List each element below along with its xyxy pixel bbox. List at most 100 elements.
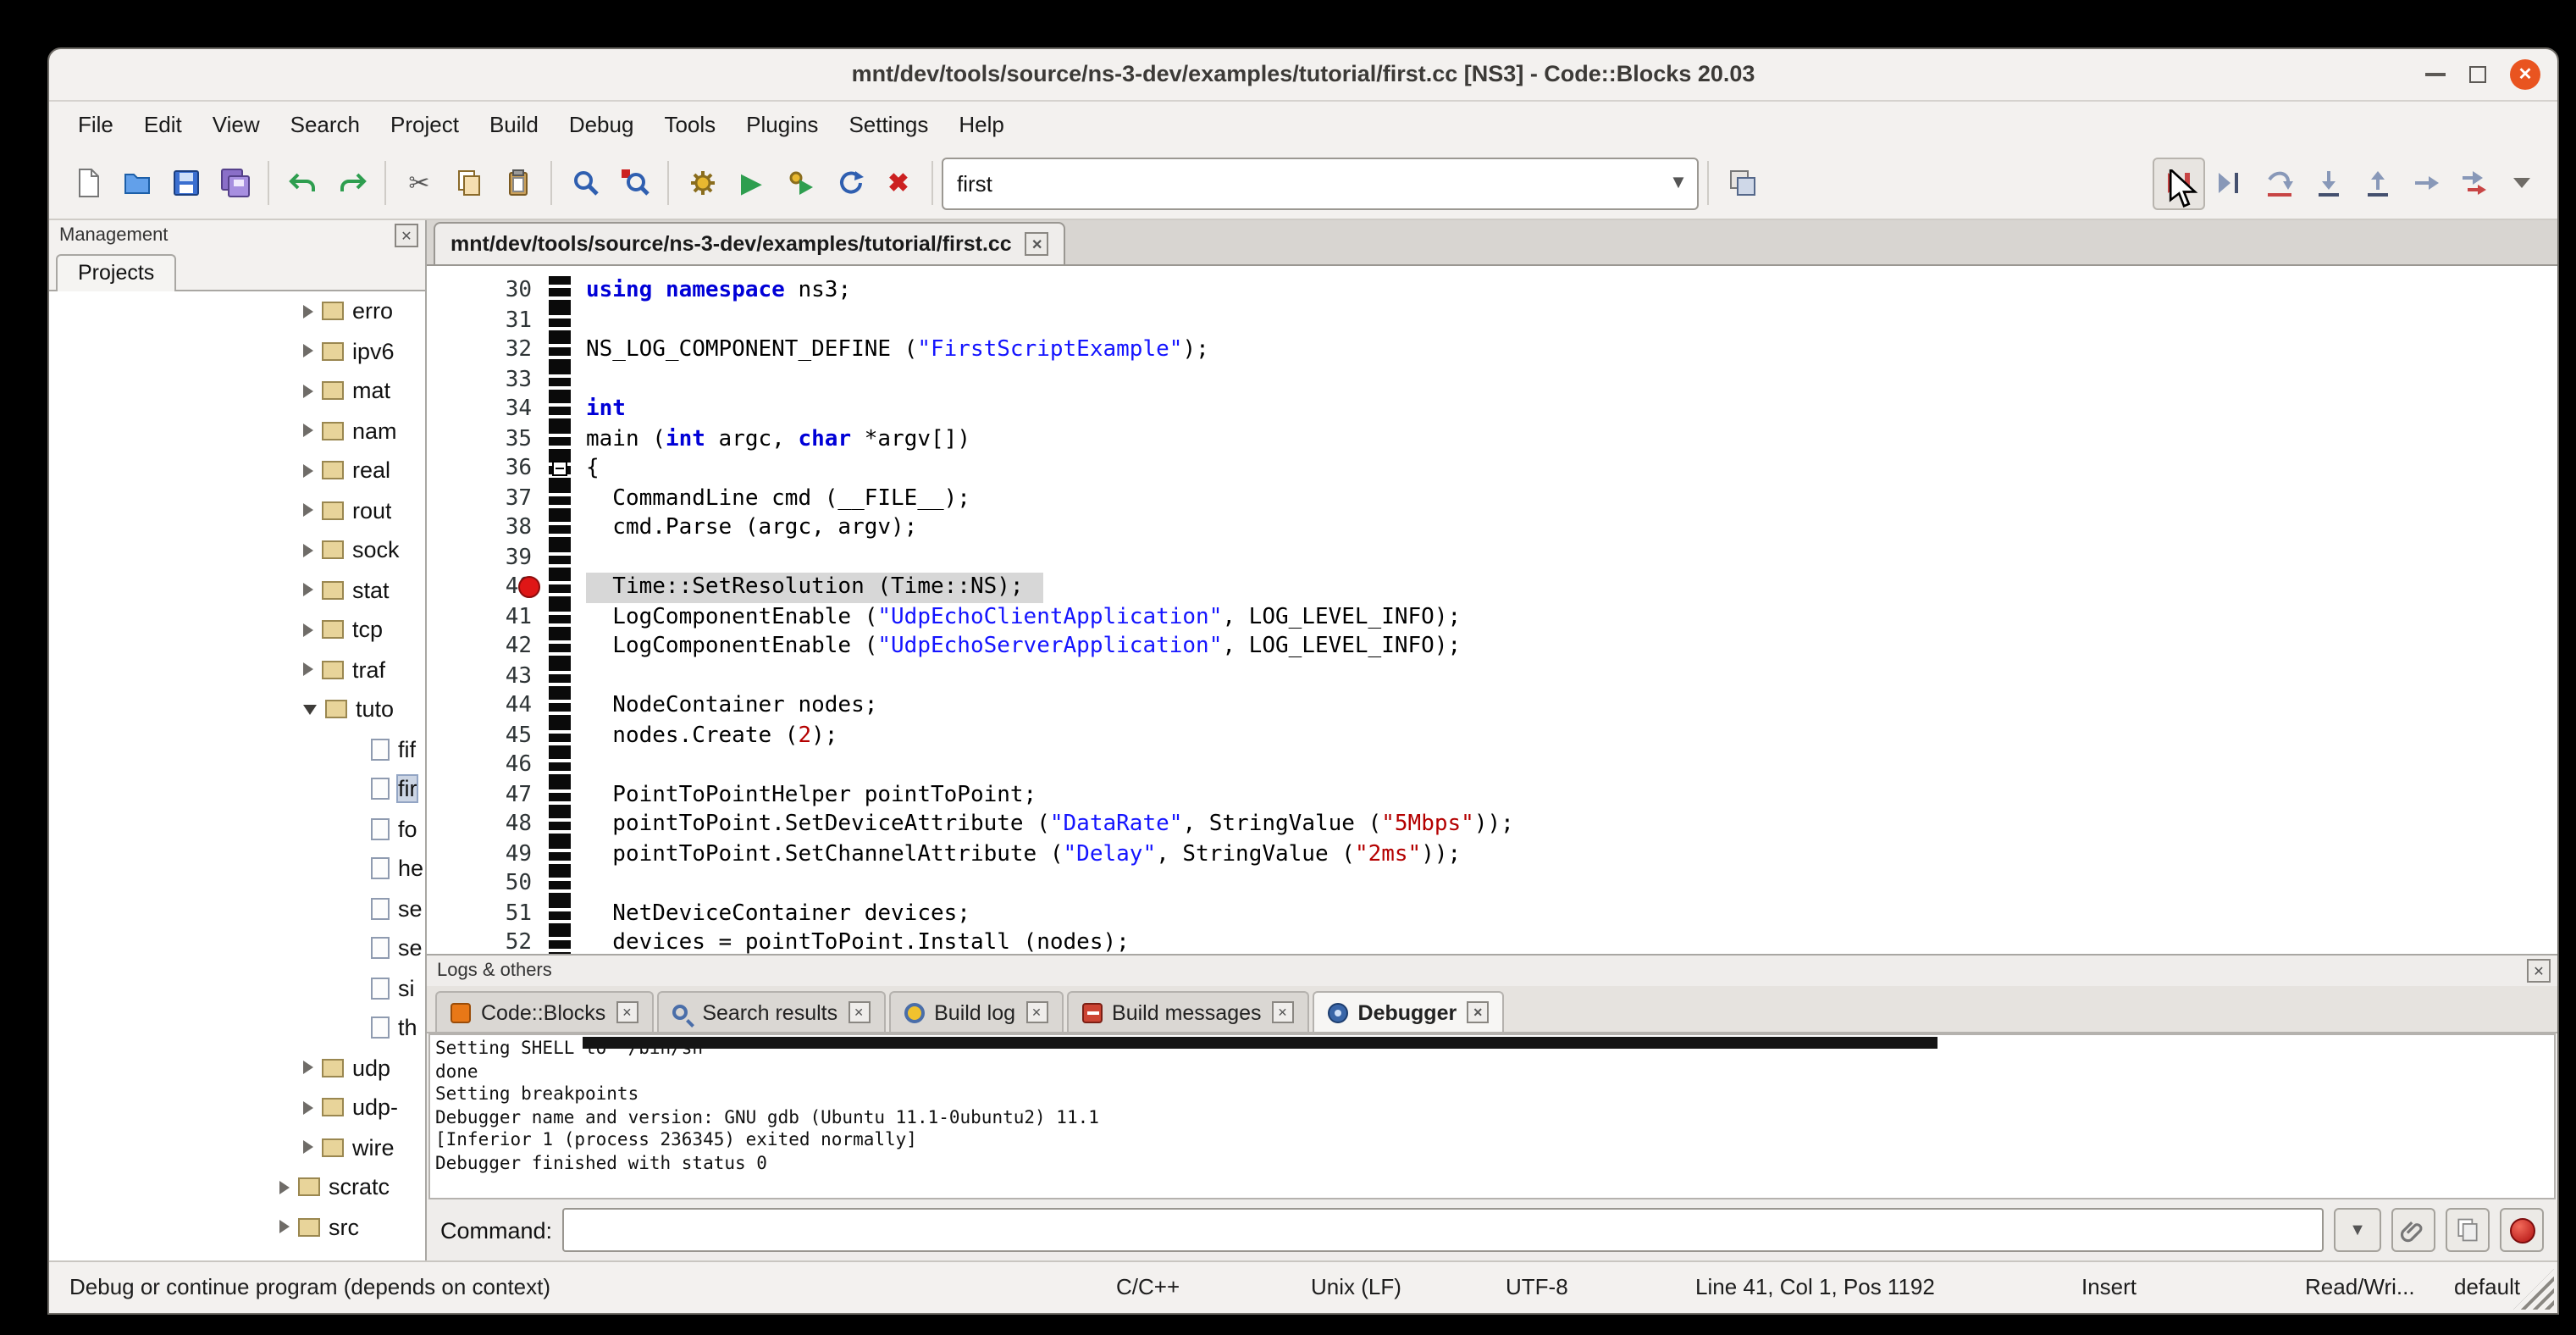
fold-margin[interactable] [549,602,571,632]
find-button[interactable] [561,158,610,208]
close-icon[interactable]: ✕ [2510,59,2540,90]
fold-margin[interactable] [549,573,571,602]
fold-margin[interactable] [549,276,571,306]
chevron-down-icon[interactable]: ▼ [1660,173,1697,193]
close-icon[interactable]: ✕ [395,224,418,247]
chevron-right-icon[interactable] [303,544,313,557]
build-target-combobox[interactable]: ▼ [942,157,1699,209]
close-icon[interactable]: ✕ [2527,959,2551,983]
fold-margin[interactable] [549,691,571,721]
tree-item-ipv6[interactable]: ipv6 [49,331,425,371]
tree-item-tuto[interactable]: tuto [49,690,425,729]
code-line[interactable]: 32NS_LOG_COMPONENT_DEFINE ("FirstScriptE… [427,335,2557,365]
step-into-instruction-button[interactable] [2451,158,2500,208]
menu-item-tools[interactable]: Tools [649,102,731,147]
chevron-right-icon[interactable] [303,424,313,438]
chevron-right-icon[interactable] [303,305,313,319]
save-button[interactable] [161,158,210,208]
tree-item-th[interactable]: th [49,1008,425,1048]
logs-tab-build-messages[interactable]: Build messages✕ [1066,991,1309,1032]
open-file-button[interactable] [112,158,161,208]
close-icon[interactable]: ✕ [616,1001,638,1023]
code-editor[interactable]: 30using namespace ns3;3132NS_LOG_COMPONE… [427,266,2557,954]
tree-item-sock[interactable]: sock [49,530,425,570]
fold-margin[interactable] [549,869,571,899]
step-out-button[interactable] [2352,158,2402,208]
chevron-right-icon[interactable] [279,1181,290,1194]
debugger-log[interactable]: Setting SHELL to '/bin/sh'doneSetting br… [428,1033,2556,1199]
code-line[interactable]: 36{ [427,454,2557,484]
attach-button[interactable] [2391,1208,2435,1252]
fold-margin[interactable] [549,543,571,573]
fold-margin[interactable] [549,335,571,365]
logs-tab-code-blocks[interactable]: Code::Blocks✕ [435,991,653,1032]
menu-item-edit[interactable]: Edit [129,102,197,147]
tree-item-nam[interactable]: nam [49,411,425,451]
code-line[interactable]: 35main (int argc, char *argv[]) [427,424,2557,454]
menu-item-settings[interactable]: Settings [833,102,943,147]
build-target-input[interactable] [943,170,1660,196]
tree-item-tcp[interactable]: tcp [49,610,425,650]
rebuild-button[interactable] [825,158,874,208]
logs-tab-debugger[interactable]: Debugger✕ [1313,991,1505,1032]
chevron-right-icon[interactable] [279,1221,290,1234]
debug-continue-button[interactable] [2153,157,2205,209]
menu-item-debug[interactable]: Debug [554,102,650,147]
abort-build-button[interactable]: ✖ [874,158,923,208]
logs-tab-build-log[interactable]: Build log✕ [888,991,1063,1032]
chevron-right-icon[interactable] [303,663,313,677]
command-history-dropdown[interactable]: ▼ [2334,1208,2381,1252]
step-into-button[interactable] [2303,158,2352,208]
code-line[interactable]: 49 pointToPoint.SetChannelAttribute ("De… [427,839,2557,869]
fold-margin[interactable] [549,424,571,454]
fold-margin[interactable] [549,306,571,335]
menu-item-search[interactable]: Search [275,102,375,147]
chevron-right-icon[interactable] [303,1141,313,1155]
run-button[interactable]: ▶ [727,158,776,208]
tree-item-traf[interactable]: traf [49,650,425,690]
title-bar[interactable]: mnt/dev/tools/source/ns-3-dev/examples/t… [49,49,2557,102]
code-line[interactable]: 39 [427,543,2557,573]
paste-button[interactable] [493,158,542,208]
copy-button[interactable] [444,158,493,208]
build-button[interactable] [677,158,727,208]
code-line[interactable]: 44 NodeContainer nodes; [427,691,2557,721]
tree-item-real[interactable]: real [49,451,425,490]
close-icon[interactable]: ✕ [1467,1001,1489,1023]
code-line[interactable]: 38 cmd.Parse (argc, argv); [427,513,2557,543]
breakpoint-marker[interactable] [518,576,540,598]
fold-margin[interactable] [549,751,571,780]
menu-item-help[interactable]: Help [943,102,1020,147]
fold-margin[interactable] [549,928,571,954]
chevron-right-icon[interactable] [303,504,313,518]
code-line[interactable]: 33 [427,365,2557,395]
new-file-button[interactable] [63,158,112,208]
code-line[interactable]: 52 devices = pointToPoint.Install (nodes… [427,928,2557,954]
stop-debugger-button[interactable] [2500,1208,2544,1252]
tree-item-src[interactable]: src [49,1207,425,1247]
tree-item-erro[interactable]: erro [49,291,425,331]
menu-item-plugins[interactable]: Plugins [731,102,833,147]
project-tree[interactable]: erroipv6matnamrealroutsockstattcptraftut… [49,291,425,1260]
tree-item-si[interactable]: si [49,968,425,1008]
code-line[interactable]: 30using namespace ns3; [427,276,2557,306]
fold-margin[interactable] [549,899,571,928]
code-line[interactable]: 40 Time::SetResolution (Time::NS); [427,573,2557,602]
tree-item-wire[interactable]: wire [49,1127,425,1167]
chevron-right-icon[interactable] [303,385,313,398]
chevron-right-icon[interactable] [303,584,313,597]
code-line[interactable]: 48 pointToPoint.SetDeviceAttribute ("Dat… [427,810,2557,839]
menu-item-build[interactable]: Build [474,102,554,147]
undo-button[interactable] [278,158,327,208]
chevron-down-icon[interactable] [303,705,317,715]
tree-item-udp[interactable]: udp [49,1048,425,1088]
more-tools-chevron-icon[interactable] [2513,178,2530,188]
close-icon[interactable]: ✕ [1272,1001,1294,1023]
command-input[interactable] [562,1208,2324,1252]
tree-item-fo[interactable]: fo [49,809,425,849]
redo-button[interactable] [327,158,376,208]
fold-margin[interactable] [549,632,571,662]
chevron-right-icon[interactable] [303,345,313,358]
code-line[interactable]: 37 CommandLine cmd (__FILE__); [427,484,2557,513]
editor-tab-first-cc[interactable]: mnt/dev/tools/source/ns-3-dev/examples/t… [434,222,1066,264]
